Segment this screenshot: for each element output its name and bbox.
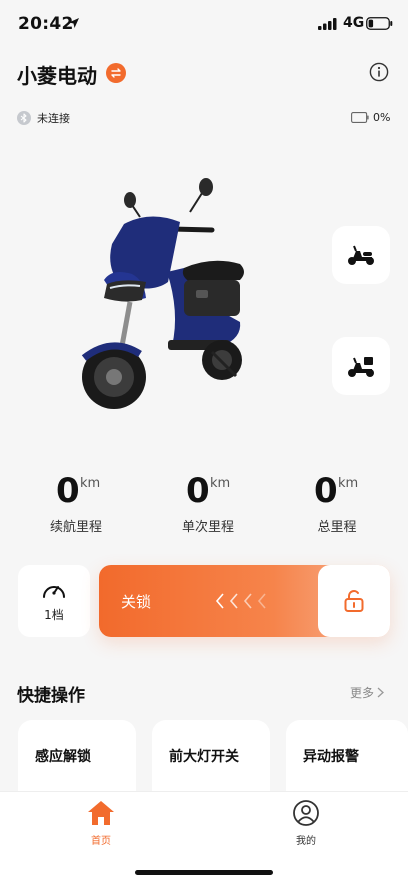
scooter-mode-button-1[interactable] — [332, 226, 390, 284]
cellular-signal-icon — [318, 18, 337, 30]
quick-op-label: 感应解锁 — [35, 749, 91, 765]
user-icon — [293, 800, 319, 826]
vehicle-name: 小菱电动 — [17, 64, 97, 88]
chevron-right-icon — [377, 687, 384, 698]
lock-slider[interactable]: 关锁 — [99, 565, 390, 637]
gear-button[interactable]: 1档 — [18, 565, 90, 637]
scooter-cargo-icon — [348, 357, 374, 377]
nav-home[interactable]: 首页 — [71, 800, 131, 847]
stat-total-unit: km — [338, 476, 359, 491]
swap-icon — [111, 68, 121, 78]
stat-range-label: 续航里程 — [49, 520, 102, 535]
stat-total-value: 0 — [314, 471, 338, 511]
nav-mine-label: 我的 — [296, 836, 316, 847]
connection-status-text: 未连接 — [37, 112, 70, 125]
home-icon — [88, 801, 114, 825]
speedometer-icon — [43, 585, 65, 598]
slide-chevrons-icon — [215, 593, 266, 609]
vehicle-battery-icon — [351, 112, 369, 123]
stat-total: 0 km 总里程 — [287, 472, 387, 535]
vehicle-battery-percent: 0% — [373, 111, 391, 124]
gear-label: 1档 — [44, 607, 64, 622]
scooter-mode-button-2[interactable] — [332, 337, 390, 395]
stat-trip-unit: km — [210, 476, 231, 491]
lock-slider-label: 关锁 — [121, 593, 152, 611]
lock-slider-handle[interactable] — [318, 565, 390, 637]
location-arrow-icon — [69, 18, 79, 28]
stat-range-unit: km — [80, 476, 101, 491]
stat-trip-value: 0 — [186, 471, 210, 511]
connection-status-row: 未连接 — [17, 110, 70, 126]
unlock-icon — [344, 590, 364, 612]
more-link[interactable]: 更多 — [350, 684, 384, 701]
switch-vehicle-button[interactable] — [106, 63, 126, 83]
bluetooth-icon — [17, 111, 31, 125]
info-icon[interactable] — [369, 62, 389, 82]
stat-trip-label: 单次里程 — [181, 520, 234, 535]
stat-range-value: 0 — [56, 471, 80, 511]
status-time: 20:42 — [18, 14, 74, 34]
battery-status-icon — [366, 17, 393, 30]
nav-home-label: 首页 — [91, 836, 111, 847]
more-link-label: 更多 — [350, 686, 375, 700]
status-bar: 20:42 4G — [0, 0, 408, 50]
quick-op-label: 前大灯开关 — [169, 749, 239, 765]
stat-trip: 0 km 单次里程 — [158, 472, 258, 535]
vehicle-battery: 0% — [351, 111, 390, 124]
network-type: 4G — [343, 15, 365, 31]
stat-total-label: 总里程 — [317, 520, 357, 535]
quick-ops-title: 快捷操作 — [17, 686, 85, 706]
stat-range: 0 km 续航里程 — [26, 472, 126, 535]
scooter-image — [81, 178, 244, 409]
nav-mine[interactable]: 我的 — [276, 800, 336, 847]
scooter-side-icon — [348, 245, 374, 265]
quick-op-label: 异动报警 — [303, 749, 359, 765]
home-indicator — [135, 870, 273, 875]
